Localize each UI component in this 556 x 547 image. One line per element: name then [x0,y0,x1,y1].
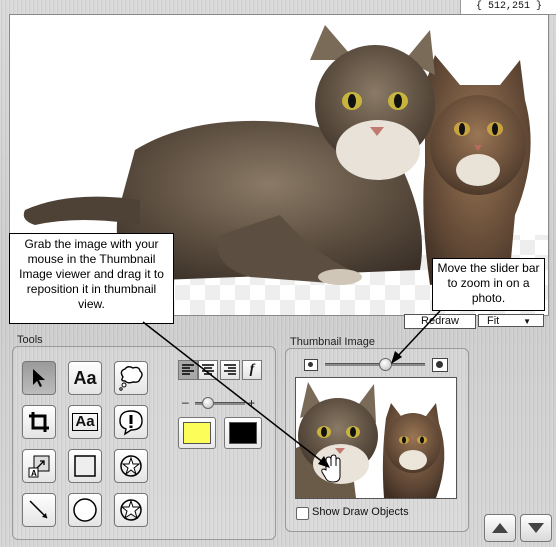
thumbnail-pointer-line [142,321,325,464]
slider-pointer-line [395,310,441,359]
thumbnail-pointer-arrowhead [318,456,330,468]
callout-pointers [142,310,441,468]
